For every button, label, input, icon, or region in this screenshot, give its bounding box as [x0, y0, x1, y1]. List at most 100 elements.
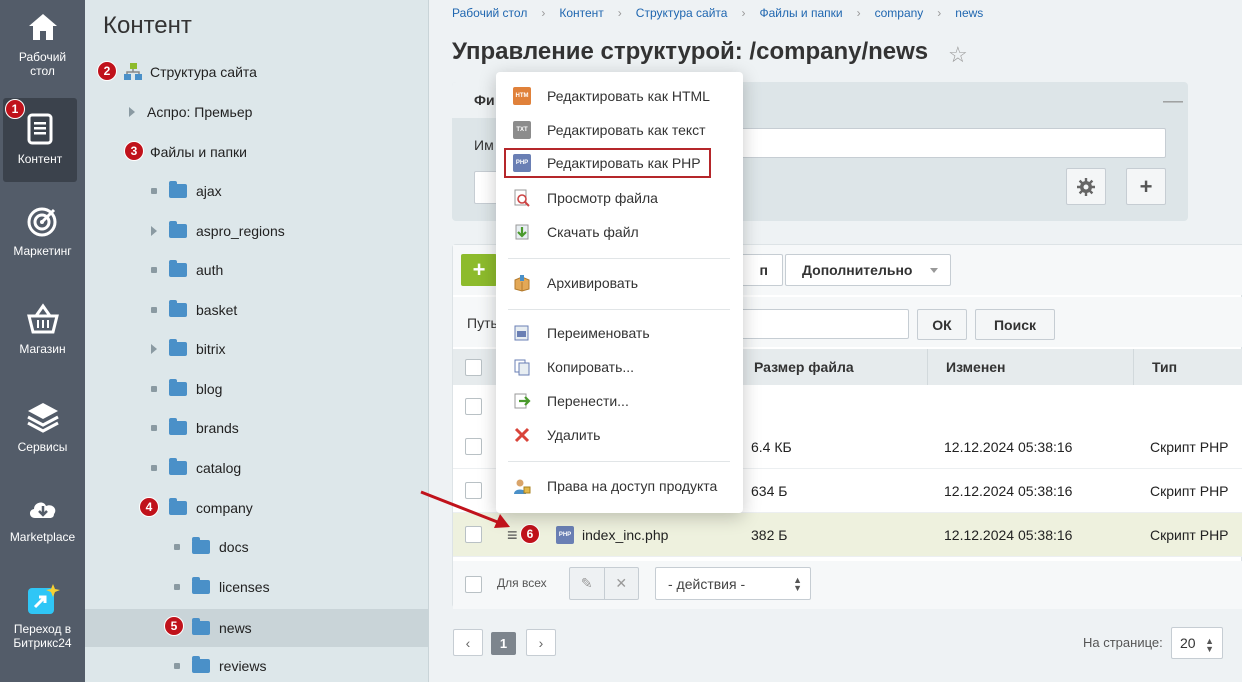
updown-icon: ▲ ▼ — [793, 575, 802, 593]
menu-item-access-rights[interactable]: Права на доступ продукта — [496, 471, 743, 501]
plus-icon: + — [1139, 173, 1153, 199]
for-all-checkbox[interactable] — [465, 576, 482, 593]
menu-item-download[interactable]: Скачать файл — [496, 217, 743, 247]
file-name-cell[interactable]: PHP index_inc.php — [556, 513, 668, 557]
breadcrumb-item[interactable]: Файлы и папки — [759, 6, 842, 20]
nav-item-shop[interactable]: Магазин — [0, 302, 85, 356]
step-badge-3: 3 — [124, 141, 144, 161]
menu-separator — [508, 258, 730, 259]
step-badge-4: 4 — [139, 497, 159, 517]
row-checkbox[interactable] — [465, 398, 482, 415]
nav-item-marketplace[interactable]: Marketplace — [0, 490, 85, 544]
filter-settings-button[interactable] — [1066, 168, 1106, 205]
tree-item-news[interactable]: news — [85, 609, 429, 647]
pencil-icon[interactable]: ✎ — [570, 568, 605, 599]
tree-item-site-structure[interactable]: Структура сайта — [85, 53, 429, 91]
folder-icon — [192, 618, 210, 635]
content-tree-panel: Контент Структура сайта Аспро: Премьер Ф… — [85, 0, 429, 682]
move-icon — [514, 393, 531, 409]
menu-separator — [508, 461, 730, 462]
menu-item-rename[interactable]: Переименовать — [496, 318, 743, 348]
nav-item-desktop[interactable]: Рабочий стол — [0, 10, 85, 78]
tree-item-basket[interactable]: basket — [85, 291, 429, 329]
tree-item-licenses[interactable]: licenses — [85, 568, 429, 606]
per-page-select[interactable]: 20 ▲ ▼ — [1171, 627, 1223, 659]
breadcrumb-item[interactable]: news — [955, 6, 983, 20]
menu-item-delete[interactable]: Удалить — [496, 420, 743, 450]
breadcrumb-separator-icon: › — [856, 6, 861, 20]
expand-arrow-icon[interactable] — [151, 226, 157, 236]
expand-arrow-icon[interactable] — [129, 107, 135, 117]
filter-name-input[interactable] — [732, 128, 1166, 158]
tree-item-docs[interactable]: docs — [85, 528, 429, 566]
tree-item-aspro[interactable]: Аспро: Премьер — [85, 93, 429, 131]
folder-icon — [169, 221, 187, 238]
breadcrumb-item[interactable]: Контент — [559, 6, 603, 20]
ok-button[interactable]: ОК — [917, 309, 967, 340]
file-modified: 12.12.2024 05:38:16 — [944, 483, 1073, 499]
tree-item-reviews[interactable]: reviews — [85, 647, 429, 682]
folder-icon — [192, 577, 210, 594]
menu-item-archive[interactable]: Архивировать — [496, 268, 743, 298]
folder-icon — [169, 339, 187, 356]
tree-item-aspro-regions[interactable]: aspro_regions — [85, 212, 429, 250]
search-button[interactable]: Поиск — [975, 309, 1055, 340]
php-file-icon: PHP — [513, 154, 531, 172]
table-row[interactable]: ≡ PHP index_inc.php 382 Б 12.12.2024 05:… — [453, 513, 1242, 557]
html-file-icon: HTM — [513, 87, 531, 105]
column-modified[interactable]: Изменен — [927, 349, 1133, 385]
filter-tab-label: Фи — [474, 92, 495, 108]
menu-item-move[interactable]: Перенести... — [496, 386, 743, 416]
menu-item-edit-php[interactable]: PHP Редактировать как PHP — [504, 148, 711, 178]
tree-item-catalog[interactable]: catalog — [85, 449, 429, 487]
file-type: Скрипт PHP — [1150, 439, 1229, 455]
actions-select[interactable]: - действия - ▲ ▼ — [655, 567, 811, 600]
nav-item-marketing[interactable]: Маркетинг — [0, 204, 85, 258]
file-modified: 12.12.2024 05:38:16 — [944, 439, 1073, 455]
breadcrumb-item[interactable]: company — [875, 6, 924, 20]
menu-item-edit-text[interactable]: TXT Редактировать как текст — [496, 115, 743, 145]
gear-icon — [1077, 177, 1095, 196]
pager-next-button[interactable]: › — [526, 629, 556, 656]
close-icon[interactable]: ✕ — [605, 568, 639, 599]
folder-icon — [192, 656, 210, 673]
delete-icon — [514, 427, 530, 443]
row-checkbox[interactable] — [465, 438, 482, 455]
tree-item-bitrix[interactable]: bitrix — [85, 330, 429, 368]
cloud-download-icon — [29, 502, 55, 518]
nav-item-services[interactable]: Сервисы — [0, 400, 85, 454]
more-button[interactable]: Дополнительно — [785, 254, 951, 286]
select-all-checkbox[interactable] — [465, 359, 482, 376]
tree-item-auth[interactable]: auth — [85, 251, 429, 289]
row-checkbox[interactable] — [465, 526, 482, 543]
row-checkbox[interactable] — [465, 482, 482, 499]
php-file-icon: PHP — [556, 526, 574, 544]
column-size[interactable]: Размер файла — [735, 349, 927, 385]
tree-item-ajax[interactable]: ajax — [85, 172, 429, 210]
nav-item-bitrix24[interactable]: Переход в Битрикс24 — [0, 582, 85, 650]
chevron-down-icon — [930, 268, 938, 273]
file-size: 382 Б — [751, 527, 788, 543]
menu-item-view-file[interactable]: Просмотр файла — [496, 183, 743, 213]
filter-add-button[interactable]: + — [1126, 168, 1166, 205]
archive-icon — [514, 275, 530, 292]
tree-item-brands[interactable]: brands — [85, 409, 429, 447]
tree-item-blog[interactable]: blog — [85, 370, 429, 408]
bullet-icon — [151, 465, 157, 471]
expand-arrow-icon[interactable] — [151, 344, 157, 354]
breadcrumb-item[interactable]: Рабочий стол — [452, 6, 527, 20]
copy-icon — [514, 359, 530, 376]
menu-item-copy[interactable]: Копировать... — [496, 352, 743, 382]
breadcrumb-item[interactable]: Структура сайта — [636, 6, 728, 20]
favorite-star-icon[interactable]: ☆ — [948, 42, 968, 68]
bulk-edit-group: ✎ ✕ — [569, 567, 639, 600]
column-type[interactable]: Тип — [1133, 349, 1242, 385]
file-type: Скрипт PHP — [1150, 527, 1229, 543]
pager-prev-button[interactable]: ‹ — [453, 629, 483, 656]
row-menu-icon[interactable]: ≡ — [507, 513, 518, 557]
add-button[interactable]: + — [461, 254, 497, 286]
tree-item-company[interactable]: company — [85, 489, 429, 527]
file-name[interactable]: index_inc.php — [582, 527, 668, 543]
menu-item-edit-html[interactable]: HTM Редактировать как HTML — [496, 81, 743, 111]
filter-collapse-icon[interactable]: — — [1163, 90, 1183, 113]
